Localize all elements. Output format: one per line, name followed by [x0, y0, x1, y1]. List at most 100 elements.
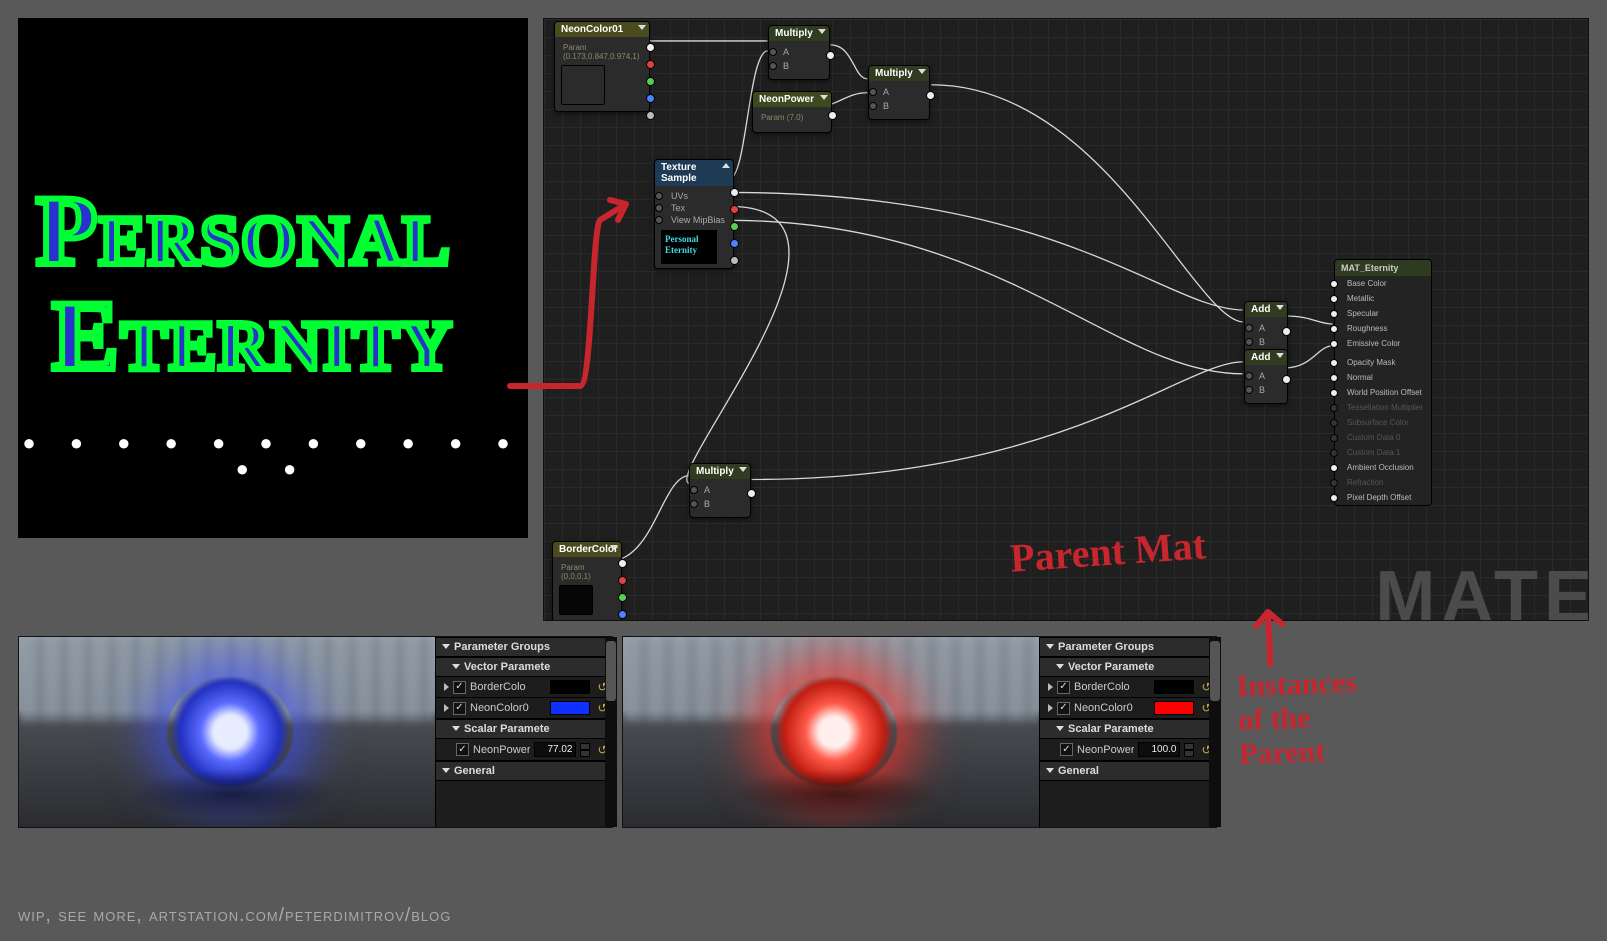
instance-preview-viewport[interactable]	[623, 637, 1039, 827]
expand-icon[interactable]	[722, 163, 730, 168]
group-header-scalar[interactable]: Scalar Paramete	[436, 719, 617, 739]
expand-icon[interactable]	[444, 704, 449, 712]
group-header-scalar[interactable]: Scalar Paramete	[1040, 719, 1221, 739]
override-checkbox[interactable]	[1057, 681, 1070, 694]
override-checkbox[interactable]	[456, 743, 469, 756]
node-neon-power[interactable]: NeonPower Param (7.0)	[752, 91, 832, 133]
output-pin[interactable]	[828, 111, 837, 120]
input-pin[interactable]	[1330, 464, 1338, 472]
collapse-icon[interactable]	[610, 545, 618, 550]
group-header-general[interactable]: General	[436, 761, 617, 781]
input-pin-a[interactable]	[869, 88, 877, 96]
scalar-value-input[interactable]	[1138, 742, 1180, 757]
color-chip[interactable]	[1154, 680, 1194, 694]
output-pin-g[interactable]	[730, 222, 739, 231]
node-multiply-1[interactable]: Multiply A B	[768, 25, 830, 80]
collapse-icon[interactable]	[1276, 353, 1284, 358]
node-multiply-3[interactable]: Multiply A B	[689, 463, 751, 518]
color-chip[interactable]	[1154, 701, 1194, 715]
input-pin[interactable]	[1330, 310, 1338, 318]
input-pin-a[interactable]	[690, 486, 698, 494]
node-add-1[interactable]: Add A B	[1244, 301, 1288, 356]
override-checkbox[interactable]	[1060, 743, 1073, 756]
expand-icon[interactable]	[1048, 683, 1053, 691]
input-pin[interactable]	[1330, 295, 1338, 303]
input-pin[interactable]	[1330, 449, 1338, 457]
group-header-parameter-groups[interactable]: Parameter Groups	[436, 637, 617, 657]
input-pin[interactable]	[1330, 374, 1338, 382]
input-pin-b[interactable]	[1245, 386, 1253, 394]
collapse-icon[interactable]	[638, 25, 646, 30]
output-pin-rgb[interactable]	[618, 559, 627, 568]
input-pin[interactable]	[1330, 280, 1338, 288]
override-checkbox[interactable]	[453, 681, 466, 694]
group-header-general[interactable]: General	[1040, 761, 1221, 781]
group-header-vector[interactable]: Vector Paramete	[1040, 657, 1221, 677]
output-pin[interactable]	[747, 489, 756, 498]
input-pin-b[interactable]	[769, 62, 777, 70]
output-pin-a[interactable]	[730, 256, 739, 265]
expand-icon[interactable]	[444, 683, 449, 691]
input-pin-a[interactable]	[769, 48, 777, 56]
group-header-parameter-groups[interactable]: Parameter Groups	[1040, 637, 1221, 657]
scalar-value-input[interactable]	[534, 742, 576, 757]
node-border-color[interactable]: BorderColor Param (0,0,0,1)	[552, 541, 622, 621]
group-header-vector[interactable]: Vector Paramete	[436, 657, 617, 677]
instance-preview-viewport[interactable]	[19, 637, 435, 827]
output-pin[interactable]	[1282, 375, 1291, 384]
input-pin[interactable]	[1330, 359, 1338, 367]
output-pin-r[interactable]	[730, 205, 739, 214]
input-pin[interactable]	[1330, 419, 1338, 427]
input-pin[interactable]	[1330, 325, 1338, 333]
input-pin-b[interactable]	[1245, 338, 1253, 346]
output-pin-a[interactable]	[646, 111, 655, 120]
input-pin-mip[interactable]	[655, 216, 663, 224]
node-texture-sample[interactable]: Texture Sample UVs Tex View MipBias Pers…	[654, 159, 734, 269]
output-pin-r[interactable]	[618, 576, 627, 585]
color-swatch[interactable]	[559, 585, 593, 615]
input-pin[interactable]	[1330, 479, 1338, 487]
color-chip[interactable]	[550, 680, 590, 694]
material-graph-panel[interactable]: MATE	[543, 18, 1589, 621]
input-pin-tex[interactable]	[655, 204, 663, 212]
collapse-icon[interactable]	[820, 95, 828, 100]
color-swatch[interactable]	[561, 65, 605, 105]
collapse-icon[interactable]	[818, 29, 826, 34]
node-material-output[interactable]: MAT_Eternity Base Color Metallic Specula…	[1334, 259, 1432, 506]
output-pin[interactable]	[1282, 327, 1291, 336]
input-pin[interactable]	[1330, 494, 1338, 502]
output-pin-rgb[interactable]	[646, 43, 655, 52]
scrollbar-thumb[interactable]	[1210, 641, 1220, 701]
input-pin[interactable]	[1330, 389, 1338, 397]
expand-icon[interactable]	[1048, 704, 1053, 712]
output-pin-b[interactable]	[646, 94, 655, 103]
scrollbar[interactable]	[1209, 637, 1221, 827]
collapse-icon[interactable]	[918, 69, 926, 74]
output-pin-r[interactable]	[646, 60, 655, 69]
output-pin[interactable]	[926, 91, 935, 100]
output-pin-b[interactable]	[618, 610, 627, 619]
collapse-icon[interactable]	[1276, 305, 1284, 310]
input-pin-a[interactable]	[1245, 324, 1253, 332]
input-pin-uvs[interactable]	[655, 192, 663, 200]
input-pin-b[interactable]	[690, 500, 698, 508]
color-chip[interactable]	[550, 701, 590, 715]
input-pin-b[interactable]	[869, 102, 877, 110]
output-pin-rgb[interactable]	[730, 188, 739, 197]
override-checkbox[interactable]	[1057, 702, 1070, 715]
input-pin[interactable]	[1330, 434, 1338, 442]
input-pin[interactable]	[1330, 404, 1338, 412]
output-pin-g[interactable]	[618, 593, 627, 602]
output-pin-b[interactable]	[730, 239, 739, 248]
input-pin-a[interactable]	[1245, 372, 1253, 380]
override-checkbox[interactable]	[453, 702, 466, 715]
scrollbar-thumb[interactable]	[606, 641, 616, 701]
output-pin[interactable]	[826, 51, 835, 60]
spinner[interactable]	[1184, 743, 1194, 757]
scrollbar[interactable]	[605, 637, 617, 827]
input-pin[interactable]	[1330, 340, 1338, 348]
node-add-2[interactable]: Add A B	[1244, 349, 1288, 404]
collapse-icon[interactable]	[739, 467, 747, 472]
output-pin-g[interactable]	[646, 77, 655, 86]
node-multiply-2[interactable]: Multiply A B	[868, 65, 930, 120]
